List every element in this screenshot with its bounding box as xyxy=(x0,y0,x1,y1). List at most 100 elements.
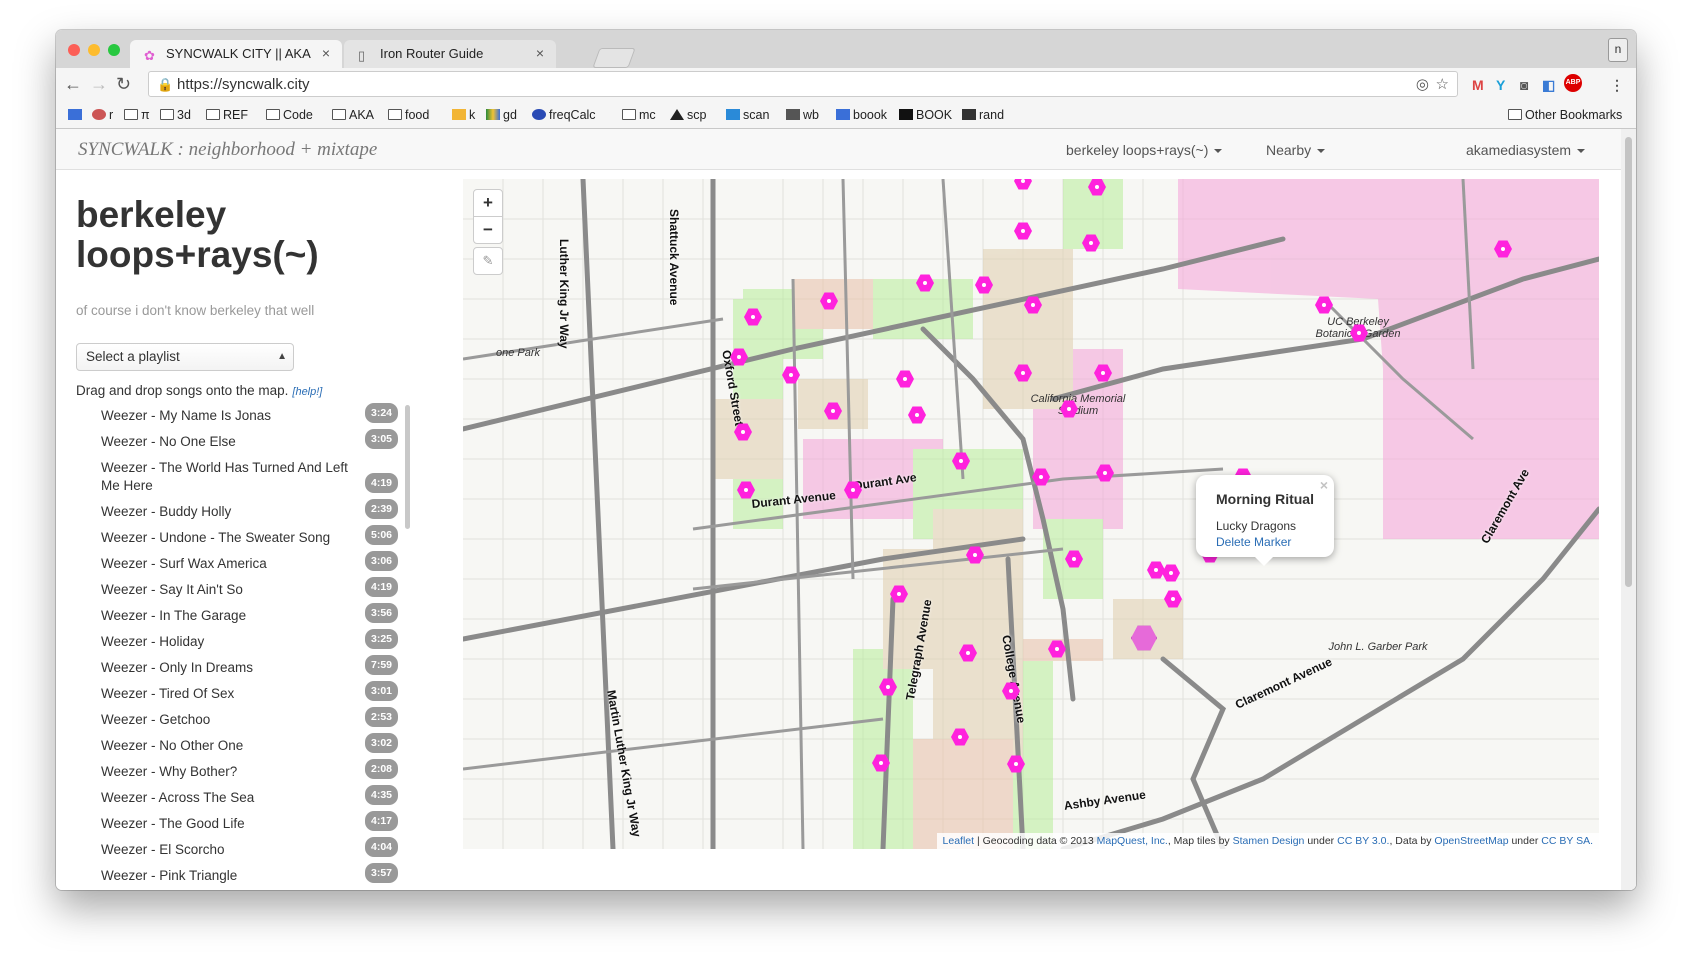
drag-hint: Drag and drop songs onto the map. [help!] xyxy=(76,383,322,398)
nav-user-dropdown[interactable]: akamediasystem xyxy=(1466,142,1586,158)
song-item[interactable]: Weezer - My Name Is Jonas 3:24 xyxy=(76,403,398,429)
map[interactable]: Luther King Jr Way Shattuck Avenue Oxford … xyxy=(463,179,1599,849)
playlist-select[interactable]: Select a playlist ▲ xyxy=(76,343,294,371)
street-label: Shattuck Avenue xyxy=(667,209,681,306)
leaflet-link[interactable]: Leaflet xyxy=(943,835,975,847)
zoom-in-button[interactable]: + xyxy=(474,190,502,216)
address-bar[interactable]: 🔒 https://syncwalk.city ◎ ☆ xyxy=(148,71,1458,97)
stamen-link[interactable]: Stamen Design xyxy=(1233,835,1305,847)
zoom-window-button[interactable] xyxy=(108,44,120,56)
bookmark-item[interactable]: BOOK xyxy=(899,108,952,122)
back-icon[interactable]: ← xyxy=(64,74,82,95)
star-icon[interactable]: ☆ xyxy=(1436,72,1449,98)
osm-link[interactable]: OpenStreetMap xyxy=(1434,835,1508,847)
adblock-icon[interactable]: ABP xyxy=(1564,74,1582,92)
song-item[interactable]: Weezer - No Other One 3:02 xyxy=(76,733,398,759)
song-item[interactable]: Weezer - Holiday 3:25 xyxy=(76,629,398,655)
place-label: John L. Garber Park xyxy=(1328,641,1428,653)
minimize-window-button[interactable] xyxy=(88,44,100,56)
bookmark-item[interactable]: boook xyxy=(836,108,887,122)
marker-dot xyxy=(851,488,855,492)
song-item[interactable]: Weezer - Only In Dreams 7:59 xyxy=(76,655,398,681)
profile-button[interactable]: n xyxy=(1608,38,1628,62)
bookmark-item[interactable]: π xyxy=(124,108,150,122)
vimeo-icon[interactable]: Y xyxy=(1496,77,1505,93)
song-item[interactable]: Weezer - In The Garage 3:56 xyxy=(76,603,398,629)
song-item[interactable]: Weezer - Across The Sea 4:35 xyxy=(76,785,398,811)
bookmark-item[interactable]: AKA xyxy=(332,108,374,122)
popup-close-button[interactable]: × xyxy=(1320,477,1328,493)
bell-icon[interactable]: ◧ xyxy=(1542,77,1555,94)
song-item[interactable]: Weezer - Tired Of Sex 3:01 xyxy=(76,681,398,707)
song-item[interactable]: Weezer - The Good Life 4:17 xyxy=(76,811,398,837)
bookmark-item[interactable] xyxy=(68,108,85,122)
gmail-icon[interactable]: M xyxy=(1472,77,1484,93)
bookmark-item[interactable]: k xyxy=(452,108,475,122)
folder-icon xyxy=(388,109,402,120)
ccbysa-link[interactable]: CC BY SA. xyxy=(1541,835,1593,847)
song-item[interactable]: Weezer - Getchoo 2:53 xyxy=(76,707,398,733)
song-title: Weezer - Buddy Holly xyxy=(101,504,232,519)
song-title: Weezer - No Other One xyxy=(101,738,244,753)
bookmark-item[interactable]: food xyxy=(388,108,429,122)
close-tab-icon[interactable]: × xyxy=(322,45,330,61)
song-item[interactable]: Weezer - Pink Triangle 3:57 xyxy=(76,863,398,889)
reload-icon[interactable]: ↻ xyxy=(116,74,131,95)
song-duration-badge: 4:17 xyxy=(364,811,398,831)
bookmark-item[interactable]: gd xyxy=(486,108,517,122)
song-duration-badge: 3:05 xyxy=(364,429,398,449)
close-window-button[interactable] xyxy=(68,44,80,56)
tab-syncwalk[interactable]: ✿ SYNCWALK CITY || AKA × xyxy=(130,40,342,68)
bookmark-item[interactable]: 3d xyxy=(160,108,191,122)
nav-playlist-dropdown[interactable]: berkeley loops+rays(~) xyxy=(1066,142,1223,158)
forward-icon[interactable]: → xyxy=(90,74,108,95)
song-item[interactable]: Weezer - Undone - The Sweater Song 5:06 xyxy=(76,525,398,551)
menu-icon[interactable]: ⋮ xyxy=(1610,77,1624,94)
close-tab-icon[interactable]: × xyxy=(536,45,544,61)
song-item[interactable]: Weezer - Buddy Holly 2:39 xyxy=(76,499,398,525)
marker-dot xyxy=(737,355,741,359)
location-icon[interactable]: ◎ xyxy=(1416,72,1429,98)
help-link[interactable]: [help!] xyxy=(292,386,322,398)
bookmark-item[interactable]: freqCalc xyxy=(532,108,596,122)
bookmark-label: k xyxy=(469,108,476,122)
song-duration-badge: 3:25 xyxy=(364,629,398,649)
song-item[interactable]: Weezer - Why Bother? 2:08 xyxy=(76,759,398,785)
site-brand[interactable]: SYNCWALK : neighborhood + mixtape xyxy=(78,139,377,161)
nav-nearby-dropdown[interactable]: Nearby xyxy=(1266,142,1326,158)
pocket-icon[interactable]: ◙ xyxy=(1520,77,1528,93)
bookmark-label: AKA xyxy=(349,108,375,122)
song-list-scrollbar[interactable] xyxy=(405,405,410,529)
edit-layer-button[interactable]: ✎ xyxy=(473,247,503,275)
page-scrollbar[interactable] xyxy=(1621,129,1636,890)
bookmark-item[interactable]: Code xyxy=(266,108,313,122)
marker-dot xyxy=(1009,689,1013,693)
tab-iron-router[interactable]: ▯ Iron Router Guide × xyxy=(344,40,556,68)
marker-dot xyxy=(1171,597,1175,601)
bookmark-item[interactable]: wb xyxy=(786,108,819,122)
mapquest-link[interactable]: MapQuest, Inc. xyxy=(1097,835,1168,847)
attrib-text: under xyxy=(1511,835,1539,847)
bookmark-item[interactable]: r xyxy=(92,108,113,122)
marker-dot xyxy=(973,553,977,557)
new-tab-button[interactable] xyxy=(592,48,636,68)
bookmark-item[interactable]: REF xyxy=(206,108,248,122)
bookmark-item[interactable]: mc xyxy=(622,108,656,122)
song-item[interactable]: Weezer - Say It Ain't So 4:19 xyxy=(76,577,398,603)
bookmark-item[interactable]: scan xyxy=(726,108,769,122)
delete-marker-link[interactable]: Delete Marker xyxy=(1216,535,1291,549)
song-item[interactable]: Weezer - No One Else 3:05 xyxy=(76,429,398,455)
song-item[interactable]: Weezer - El Scorcho 4:04 xyxy=(76,837,398,863)
ccby-link[interactable]: CC BY 3.0. xyxy=(1337,835,1389,847)
other-bookmarks[interactable]: Other Bookmarks xyxy=(1508,108,1622,122)
document-icon: ▯ xyxy=(358,48,366,63)
bookmark-label: freqCalc xyxy=(549,108,596,122)
scrollbar-thumb[interactable] xyxy=(1625,137,1632,587)
bookmark-item[interactable]: scp xyxy=(670,108,706,122)
wayback-icon xyxy=(786,109,800,120)
bookmark-item[interactable]: rand xyxy=(962,108,1004,122)
song-item[interactable]: Weezer - The World Has Turned And Left M… xyxy=(76,455,398,499)
bookmark-label: scan xyxy=(743,108,770,122)
song-item[interactable]: Weezer - Surf Wax America 3:06 xyxy=(76,551,398,577)
zoom-out-button[interactable]: − xyxy=(474,216,502,243)
